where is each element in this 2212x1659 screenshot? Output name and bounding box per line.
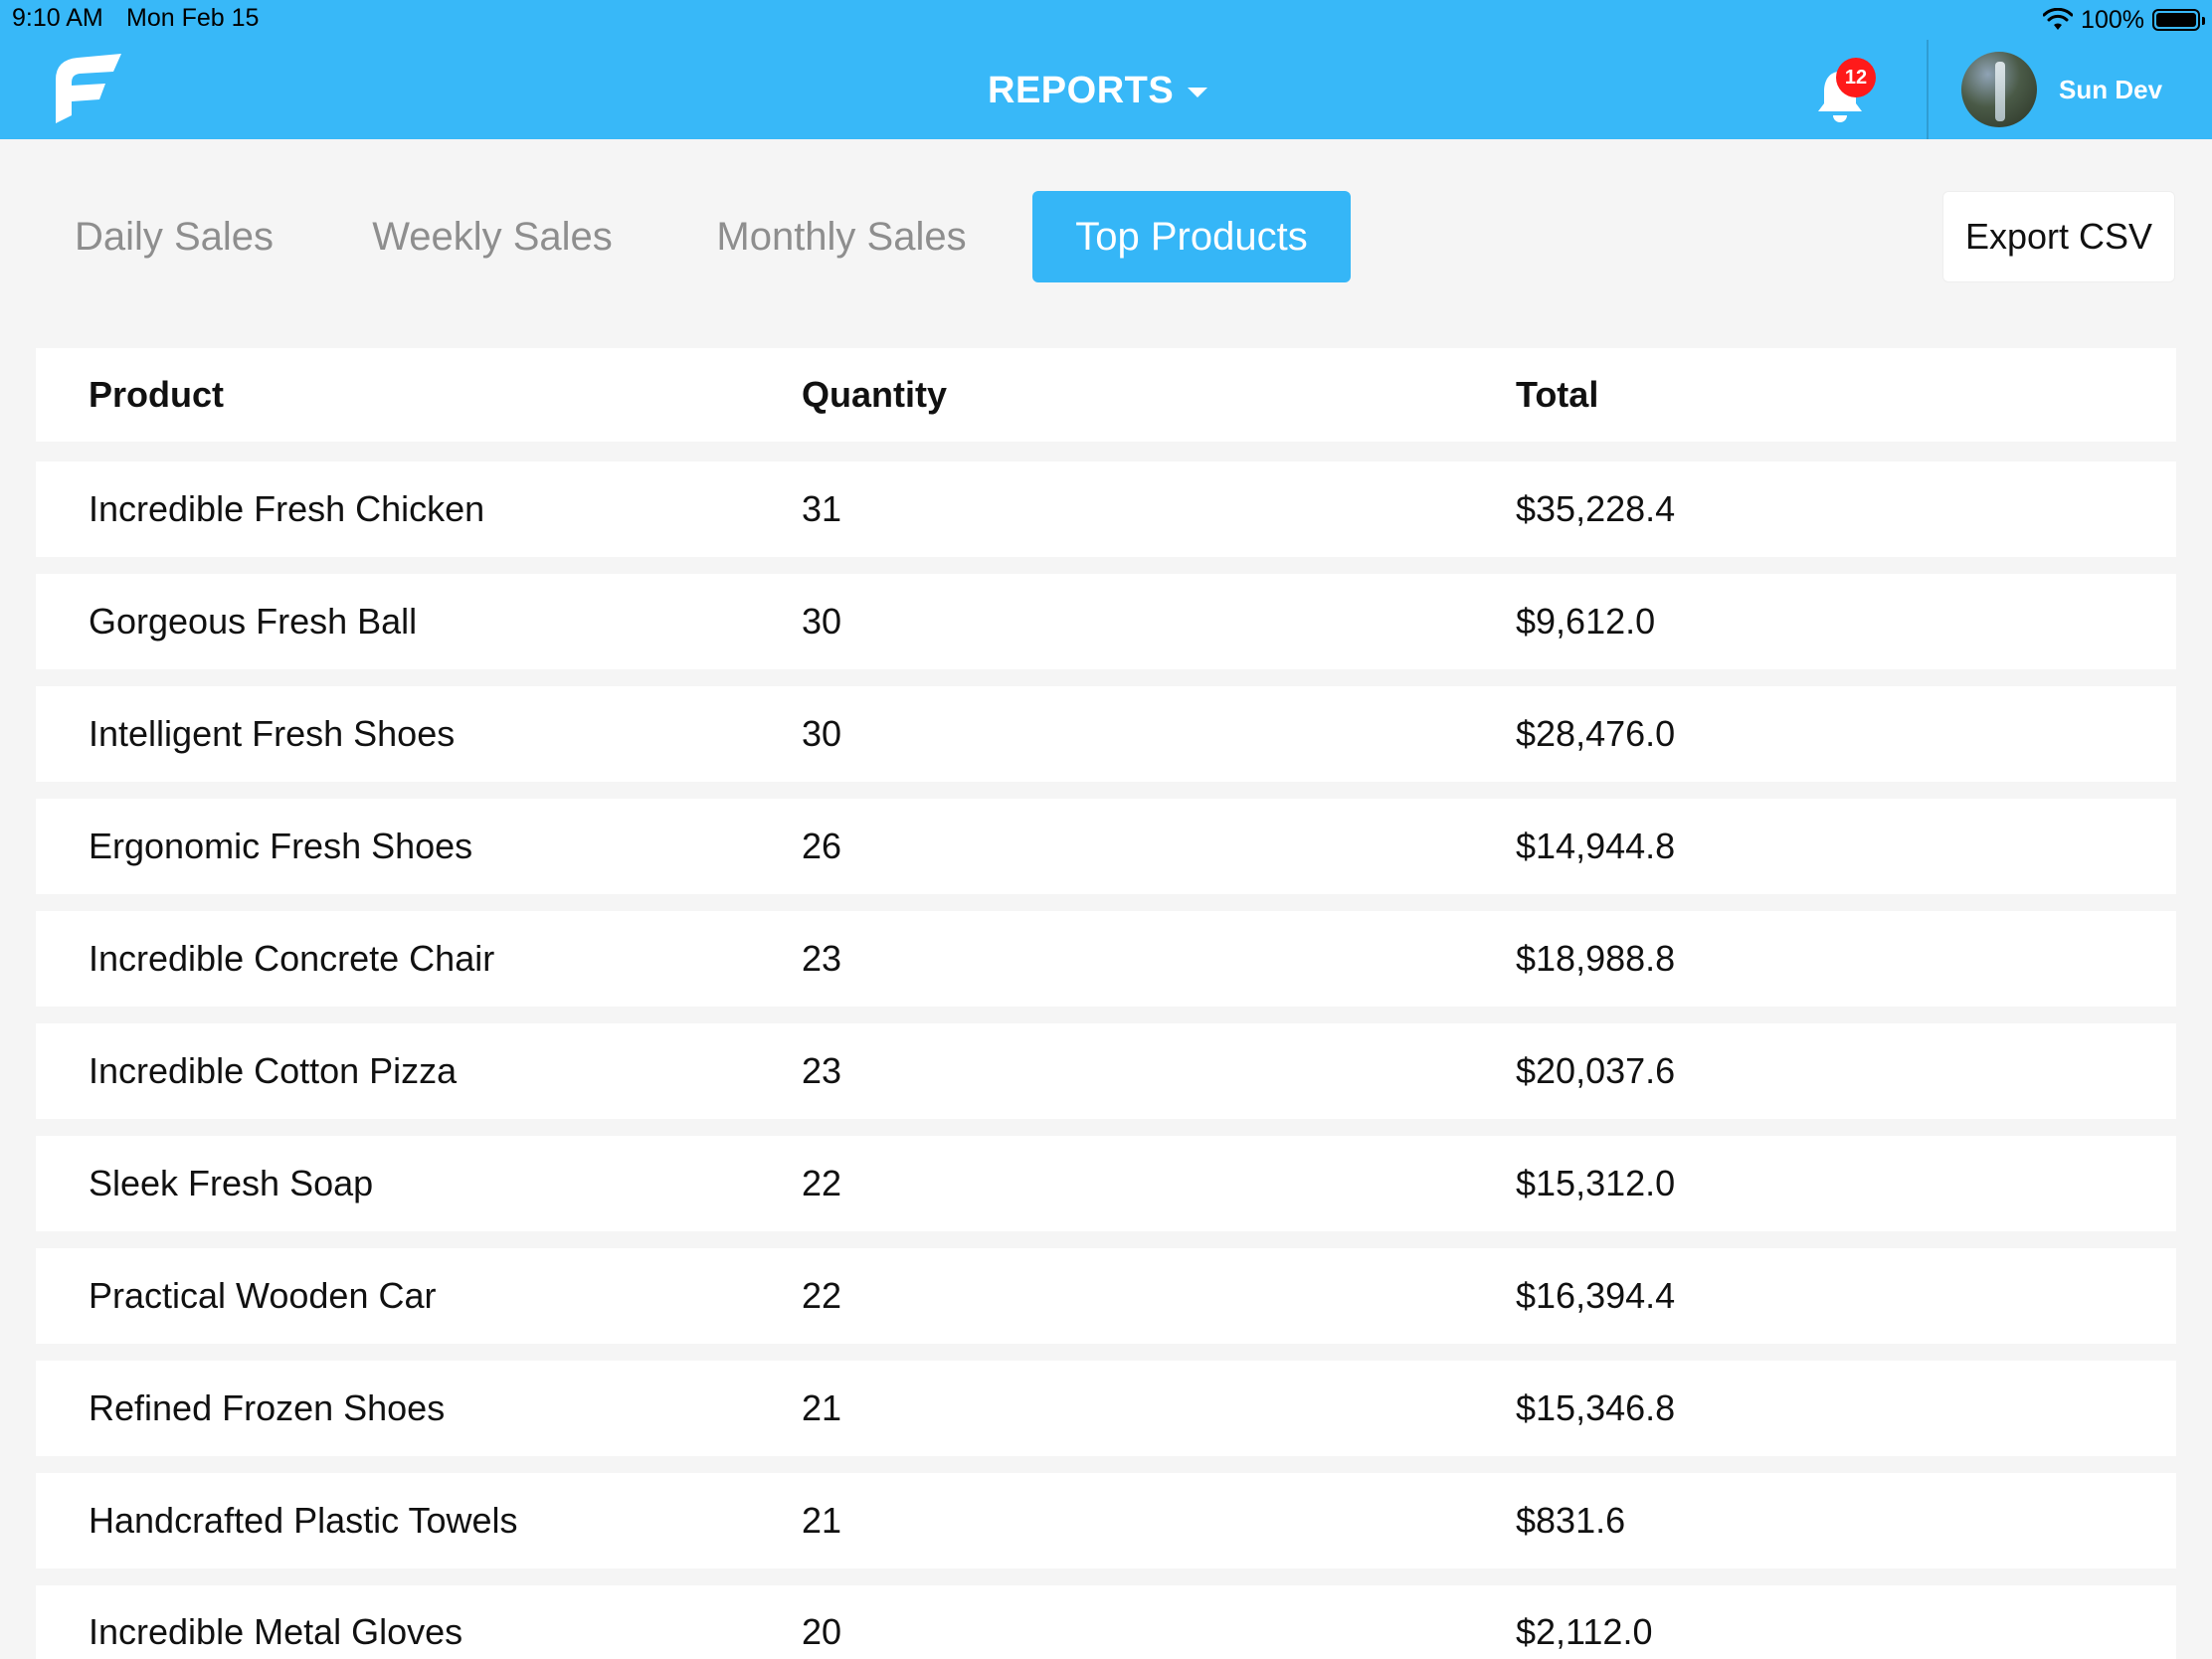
product-quantity: 23 xyxy=(802,1050,842,1091)
product-name: Intelligent Fresh Shoes xyxy=(89,713,456,754)
product-quantity: 21 xyxy=(802,1500,842,1541)
table-row[interactable]: Intelligent Fresh Shoes 30 $28,476.0 xyxy=(36,686,2176,782)
status-time: 9:10 AM xyxy=(12,4,103,32)
table-row[interactable]: Incredible Cotton Pizza 23 $20,037.6 xyxy=(36,1023,2176,1119)
product-quantity: 22 xyxy=(802,1163,842,1203)
export-csv-button[interactable]: Export CSV xyxy=(1942,191,2175,282)
product-total: $15,312.0 xyxy=(1516,1163,1676,1203)
product-total: $15,346.8 xyxy=(1516,1387,1676,1428)
product-name: Handcrafted Plastic Towels xyxy=(89,1500,518,1541)
table-row[interactable]: Practical Wooden Car 22 $16,394.4 xyxy=(36,1248,2176,1344)
status-date: Mon Feb 15 xyxy=(126,4,260,32)
product-total: $16,394.4 xyxy=(1516,1275,1676,1316)
table-header: Product Quantity Total xyxy=(36,348,2176,442)
product-name: Practical Wooden Car xyxy=(89,1275,437,1316)
column-header-product: Product xyxy=(89,374,225,415)
table-row[interactable]: Gorgeous Fresh Ball 30 $9,612.0 xyxy=(36,574,2176,669)
status-indicators: 100% xyxy=(2043,4,2205,36)
product-total: $18,988.8 xyxy=(1516,938,1676,979)
product-total: $2,112.0 xyxy=(1516,1611,1653,1652)
table-row[interactable]: Incredible Metal Gloves 20 $2,112.0 xyxy=(36,1585,2176,1659)
product-quantity: 21 xyxy=(802,1387,842,1428)
table-row[interactable]: Sleek Fresh Soap 22 $15,312.0 xyxy=(36,1136,2176,1231)
table-row[interactable]: Refined Frozen Shoes 21 $15,346.8 xyxy=(36,1361,2176,1456)
product-quantity: 20 xyxy=(802,1611,842,1652)
product-name: Incredible Metal Gloves xyxy=(89,1611,463,1652)
wifi-icon xyxy=(2043,8,2074,30)
product-quantity: 26 xyxy=(802,826,842,866)
product-total: $20,037.6 xyxy=(1516,1050,1676,1091)
product-name: Sleek Fresh Soap xyxy=(89,1163,374,1203)
column-header-quantity: Quantity xyxy=(802,374,948,415)
product-quantity: 22 xyxy=(802,1275,842,1316)
table-row[interactable]: Incredible Concrete Chair 23 $18,988.8 xyxy=(36,911,2176,1007)
product-name: Ergonomic Fresh Shoes xyxy=(89,826,473,866)
table-row[interactable]: Ergonomic Fresh Shoes 26 $14,944.8 xyxy=(36,799,2176,894)
table-row[interactable]: Incredible Fresh Chicken 31 $35,228.4 xyxy=(36,461,2176,557)
reports-menu-dropdown[interactable]: REPORTS xyxy=(988,66,1208,115)
product-quantity: 31 xyxy=(802,488,842,529)
product-quantity: 30 xyxy=(802,601,842,642)
page-title: REPORTS xyxy=(988,69,1175,111)
top-bar: 9:10 AM Mon Feb 15 100% REPORTS 12 Sun D… xyxy=(0,0,2212,139)
product-total: $14,944.8 xyxy=(1516,826,1676,866)
table-row[interactable]: Handcrafted Plastic Towels 21 $831.6 xyxy=(36,1473,2176,1568)
tab-monthly-sales[interactable]: Monthly Sales xyxy=(708,191,975,282)
product-total: $35,228.4 xyxy=(1516,488,1676,529)
product-name: Refined Frozen Shoes xyxy=(89,1387,446,1428)
header-divider xyxy=(1927,40,1929,139)
product-name: Incredible Fresh Chicken xyxy=(89,488,485,529)
battery-percent: 100% xyxy=(2081,5,2144,34)
product-name: Incredible Cotton Pizza xyxy=(89,1050,458,1091)
battery-icon xyxy=(2152,9,2205,31)
product-quantity: 23 xyxy=(802,938,842,979)
app-logo-icon xyxy=(56,54,121,123)
user-menu[interactable]: Sun Dev xyxy=(1961,52,2162,127)
tab-weekly-sales[interactable]: Weekly Sales xyxy=(368,191,617,282)
product-total: $831.6 xyxy=(1516,1500,1626,1541)
product-total: $28,476.0 xyxy=(1516,713,1676,754)
notifications-button[interactable]: 12 xyxy=(1810,58,1876,123)
product-quantity: 30 xyxy=(802,713,842,754)
product-total: $9,612.0 xyxy=(1516,601,1656,642)
user-name: Sun Dev xyxy=(2059,74,2163,104)
chevron-down-icon xyxy=(1188,88,1208,97)
notification-badge: 12 xyxy=(1836,58,1876,97)
product-name: Gorgeous Fresh Ball xyxy=(89,601,418,642)
app-root: 9:10 AM Mon Feb 15 100% REPORTS 12 Sun D… xyxy=(0,0,2212,1659)
tab-top-products[interactable]: Top Products xyxy=(1032,191,1351,282)
product-name: Incredible Concrete Chair xyxy=(89,938,495,979)
avatar xyxy=(1961,52,2037,127)
column-header-total: Total xyxy=(1516,374,1599,415)
tab-daily-sales[interactable]: Daily Sales xyxy=(70,191,278,282)
